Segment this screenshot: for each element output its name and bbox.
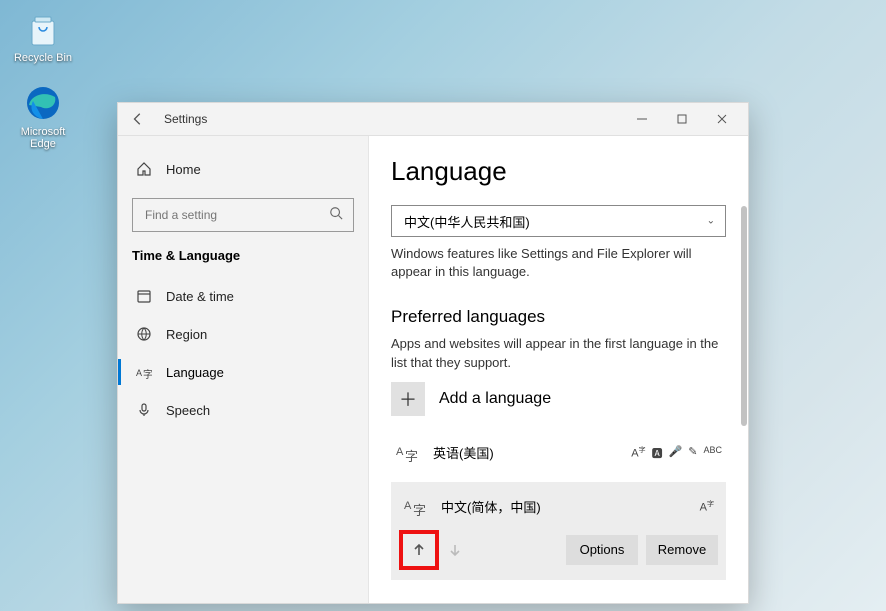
svg-text:字: 字 — [143, 368, 152, 380]
options-button[interactable]: Options — [566, 535, 638, 565]
calendar-icon — [136, 288, 152, 304]
home-icon — [136, 161, 152, 177]
text-to-speech-icon: 🅰 — [652, 445, 663, 461]
language-row-english[interactable]: A字 英语(美国) A字 🅰 🎤 ✎ ABC — [391, 434, 726, 472]
edge-icon — [22, 82, 64, 124]
windows-display-language-dropdown[interactable]: 中文(中华人民共和国) ⌄ — [391, 205, 726, 237]
language-feature-icons: A字 — [700, 499, 714, 514]
scrollbar-thumb[interactable] — [741, 206, 747, 426]
sidebar-home-label: Home — [166, 162, 201, 177]
close-button[interactable] — [702, 105, 742, 133]
preferred-languages-description: Apps and websites will appear in the fir… — [391, 335, 726, 371]
sidebar-item-label: Speech — [166, 403, 210, 418]
main-panel: Language 中文(中华人民共和国) ⌄ Windows features … — [369, 136, 748, 603]
globe-icon — [136, 326, 152, 342]
language-name: 中文(简体，中国) — [441, 497, 688, 516]
language-icon: A字 — [136, 364, 152, 380]
back-button[interactable] — [126, 107, 150, 131]
scrollbar-track[interactable] — [741, 136, 747, 602]
display-language-icon: A字 — [631, 445, 645, 461]
display-language-value: 中文(中华人民共和国) — [404, 212, 530, 231]
svg-text:A: A — [136, 368, 142, 378]
spellcheck-icon: ABC — [703, 445, 722, 461]
plus-icon: ＋ — [391, 382, 425, 416]
svg-text:A: A — [404, 500, 412, 512]
sidebar-item-language[interactable]: A字 Language — [118, 353, 368, 391]
sidebar-item-label: Date & time — [166, 289, 234, 304]
language-row-chinese-selected[interactable]: A字 中文(简体，中国) A字 — [391, 482, 726, 580]
language-glyph-icon: A字 — [403, 494, 429, 520]
minimize-button[interactable] — [622, 105, 662, 133]
speech-recognition-icon: 🎤 — [669, 445, 683, 461]
search-input[interactable] — [143, 207, 329, 223]
sidebar-item-label: Language — [166, 365, 224, 380]
svg-text:字: 字 — [405, 449, 418, 464]
sidebar-subhead: Time & Language — [118, 242, 368, 277]
recycle-bin-desktop-icon[interactable]: Recycle Bin — [8, 8, 78, 64]
settings-window: Settings Home Time & — [117, 102, 749, 604]
display-language-description: Windows features like Settings and File … — [391, 245, 726, 281]
sidebar: Home Time & Language Date & time Reg — [118, 136, 369, 603]
language-glyph-icon: A字 — [395, 440, 421, 466]
svg-text:A: A — [396, 446, 404, 458]
language-feature-icons: A字 🅰 🎤 ✎ ABC — [631, 445, 722, 461]
sidebar-item-label: Region — [166, 327, 207, 342]
search-box[interactable] — [132, 198, 354, 232]
chevron-down-icon: ⌄ — [707, 216, 715, 227]
sidebar-item-date-time[interactable]: Date & time — [118, 277, 368, 315]
recycle-bin-icon — [22, 8, 64, 50]
search-icon — [329, 206, 343, 225]
add-language-button[interactable]: ＋ Add a language — [391, 382, 726, 416]
tutorial-highlight-box — [399, 530, 439, 570]
remove-button[interactable]: Remove — [646, 535, 718, 565]
preferred-languages-heading: Preferred languages — [391, 307, 726, 327]
svg-text:字: 字 — [413, 503, 426, 518]
sidebar-item-speech[interactable]: Speech — [118, 391, 368, 429]
language-name: 英语(美国) — [433, 443, 619, 462]
move-up-button[interactable] — [403, 534, 435, 566]
recycle-bin-label: Recycle Bin — [8, 52, 78, 64]
move-down-button — [439, 534, 471, 566]
page-title: Language — [391, 156, 726, 187]
microphone-icon — [136, 402, 152, 418]
display-language-icon: A字 — [700, 499, 714, 514]
edge-desktop-icon[interactable]: Microsoft Edge — [8, 82, 78, 150]
edge-label: Microsoft Edge — [8, 126, 78, 150]
window-title: Settings — [164, 112, 207, 126]
handwriting-icon: ✎ — [688, 445, 697, 461]
titlebar: Settings — [118, 103, 748, 136]
sidebar-home[interactable]: Home — [118, 150, 368, 188]
sidebar-item-region[interactable]: Region — [118, 315, 368, 353]
maximize-button[interactable] — [662, 105, 702, 133]
add-language-label: Add a language — [439, 390, 551, 408]
